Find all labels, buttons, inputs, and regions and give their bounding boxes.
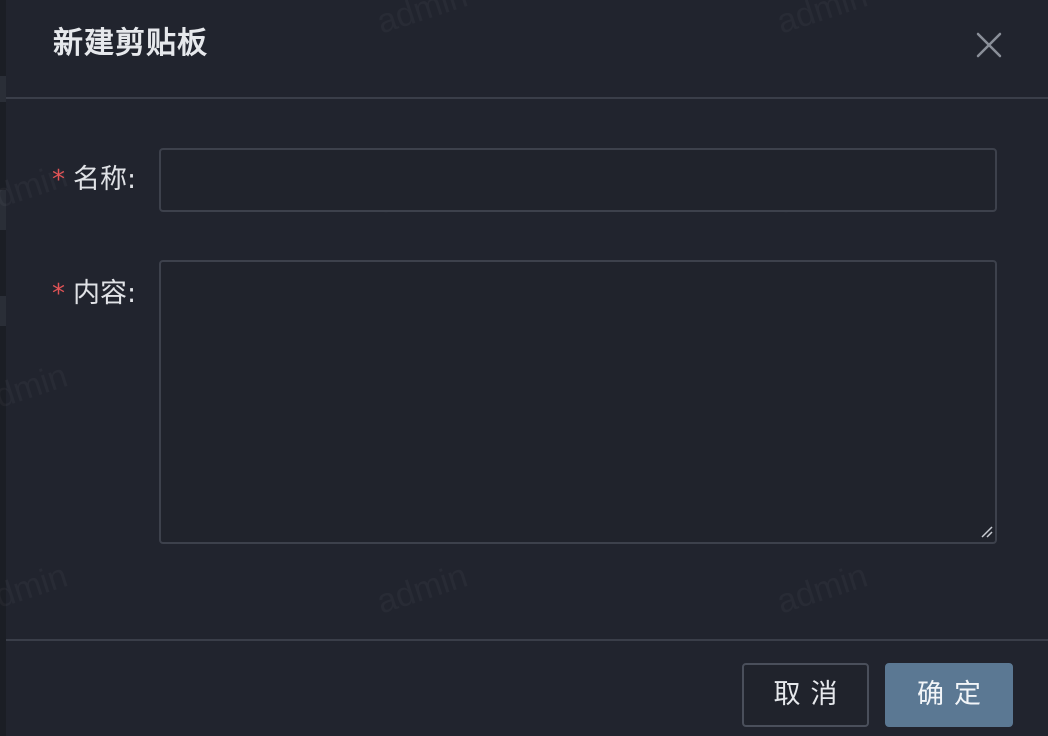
close-button[interactable] bbox=[970, 26, 1008, 64]
name-label-text: 名称: bbox=[73, 164, 137, 195]
form-row-name: * 名称: bbox=[6, 148, 1048, 212]
required-mark: * bbox=[52, 165, 65, 195]
dialog-footer: 取消 确定 bbox=[6, 639, 1048, 736]
watermark: admin bbox=[0, 557, 72, 623]
content-label-text: 内容: bbox=[73, 278, 137, 309]
dialog-title: 新建剪贴板 bbox=[53, 26, 208, 61]
content-textarea[interactable] bbox=[159, 260, 997, 544]
content-label: * 内容: bbox=[52, 274, 162, 314]
required-mark: * bbox=[52, 279, 65, 309]
cancel-button[interactable]: 取消 bbox=[742, 663, 869, 727]
form-row-content: * 内容: bbox=[6, 260, 1048, 544]
dialog-header: 新建剪贴板 bbox=[6, 0, 1048, 99]
confirm-button[interactable]: 确定 bbox=[885, 663, 1013, 727]
resize-handle-icon[interactable] bbox=[979, 524, 993, 538]
watermark: admin bbox=[772, 557, 872, 623]
name-label: * 名称: bbox=[52, 160, 162, 200]
new-clipboard-dialog: admin admin admin admin admin admin admi… bbox=[6, 0, 1048, 736]
close-icon bbox=[976, 32, 1002, 58]
name-input[interactable] bbox=[159, 148, 997, 212]
watermark: admin bbox=[372, 557, 472, 623]
